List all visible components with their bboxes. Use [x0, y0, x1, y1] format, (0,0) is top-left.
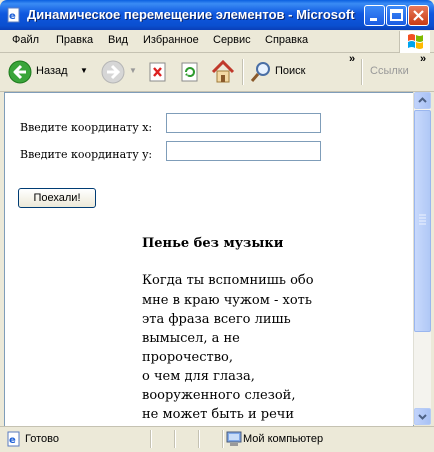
svg-text:e: e	[9, 11, 16, 22]
status-divider	[222, 430, 224, 448]
toolbar: Назад ▼ ▼ Поиск » Ссылки »	[0, 53, 434, 92]
back-dropdown-icon[interactable]: ▼	[80, 66, 88, 75]
x-coordinate-input[interactable]	[166, 113, 321, 133]
search-label: Поиск	[275, 65, 306, 77]
security-zone-label: Мой компьютер	[243, 433, 324, 445]
poem-line: вооруженного слезой,	[142, 388, 296, 403]
poem-title: Пенье без музыки	[142, 236, 284, 251]
home-button[interactable]	[210, 59, 236, 85]
search-button[interactable]: Поиск	[249, 60, 309, 84]
poem-line: эта фраза всего лишь	[142, 312, 291, 327]
maximize-button[interactable]	[386, 5, 407, 26]
status-divider	[174, 430, 176, 448]
x-coordinate-label: Введите координату x:	[20, 121, 153, 134]
stop-icon	[149, 62, 166, 82]
ie-page-icon: e	[6, 7, 22, 23]
go-button[interactable]: Поехали!	[18, 188, 96, 208]
menu-help[interactable]: Справка	[265, 34, 308, 46]
back-arrow-icon	[8, 60, 32, 84]
poem-line: Когда ты вспомнишь обо	[142, 273, 314, 288]
minimize-button[interactable]	[364, 5, 385, 26]
links-chevron-icon[interactable]: »	[420, 53, 426, 65]
my-computer-icon	[226, 431, 242, 446]
status-bar: e Готово Мой компьютер	[0, 426, 434, 452]
poem-line: мне в краю чужом - хоть	[142, 293, 312, 308]
forward-arrow-icon	[101, 60, 125, 84]
page-content: Введите координату x: Введите координату…	[4, 92, 414, 427]
toolbar-chevron-icon[interactable]: »	[349, 53, 355, 65]
toolbar-separator	[361, 59, 363, 85]
ie-page-icon: e	[7, 431, 20, 447]
refresh-icon	[181, 62, 198, 82]
close-button[interactable]	[408, 5, 429, 26]
menu-tools[interactable]: Сервис	[213, 34, 251, 46]
y-coordinate-input[interactable]	[166, 141, 321, 161]
forward-button[interactable]	[101, 60, 125, 84]
status-divider	[198, 430, 200, 448]
menu-edit[interactable]: Правка	[56, 34, 93, 46]
menu-favorites[interactable]: Избранное	[143, 34, 199, 46]
poem-line: о чем для глаза,	[142, 369, 255, 384]
stop-button[interactable]	[148, 62, 168, 82]
scroll-up-arrow-icon	[418, 97, 427, 103]
links-label[interactable]: Ссылки	[370, 65, 409, 77]
menu-bar: Файл Правка Вид Избранное Сервис Справка	[0, 30, 434, 53]
menu-view[interactable]: Вид	[108, 34, 128, 46]
window-title: Динамическое перемещение элементов - Mic…	[27, 7, 357, 22]
back-label: Назад	[36, 65, 68, 77]
scrollbar-grip-icon	[419, 214, 426, 225]
scrollbar-thumb[interactable]	[414, 110, 431, 332]
scroll-down-button[interactable]	[414, 408, 431, 425]
forward-dropdown-icon[interactable]: ▼	[129, 66, 137, 75]
status-divider	[150, 430, 152, 448]
home-icon	[211, 59, 235, 83]
poem-line: пророчество,	[142, 350, 233, 365]
search-icon	[250, 62, 270, 82]
y-coordinate-label: Введите координату y:	[20, 148, 153, 161]
vertical-scrollbar[interactable]	[413, 92, 431, 425]
toolbar-separator	[242, 59, 244, 85]
windows-logo-icon	[399, 31, 430, 53]
menu-file[interactable]: Файл	[12, 34, 39, 46]
poem-line: не может быть и речи	[142, 407, 295, 422]
back-button[interactable]: Назад	[8, 60, 78, 84]
title-bar: e Динамическое перемещение элементов - M…	[0, 0, 434, 30]
refresh-button[interactable]	[180, 62, 200, 82]
scroll-down-arrow-icon	[418, 414, 427, 420]
svg-text:e: e	[9, 435, 16, 446]
poem-line: вымысел, а не	[142, 331, 240, 346]
status-text: Готово	[25, 433, 59, 445]
scroll-up-button[interactable]	[414, 92, 431, 109]
